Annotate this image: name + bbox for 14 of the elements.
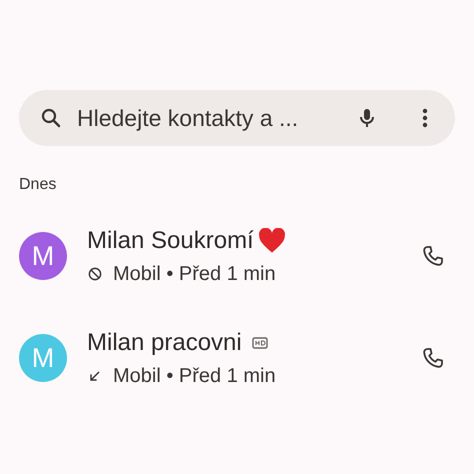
heart-icon xyxy=(258,228,286,254)
contact-name: Milan pracovni xyxy=(87,328,242,356)
hd-icon xyxy=(252,336,268,348)
contact-name: Milan Soukromí xyxy=(87,226,254,254)
search-bar[interactable]: Hledejte kontakty a ... xyxy=(19,90,455,146)
blocked-icon xyxy=(87,266,103,282)
search-field[interactable]: Hledejte kontakty a ... xyxy=(77,104,341,132)
phone-icon[interactable] xyxy=(421,244,445,268)
call-details: Mobil • Před 1 min xyxy=(113,364,276,388)
avatar[interactable]: M xyxy=(19,232,67,280)
section-header: Dnes xyxy=(19,176,58,194)
phone-icon[interactable] xyxy=(421,346,445,370)
call-details: Mobil • Před 1 min xyxy=(113,262,276,286)
search-icon xyxy=(39,106,63,130)
